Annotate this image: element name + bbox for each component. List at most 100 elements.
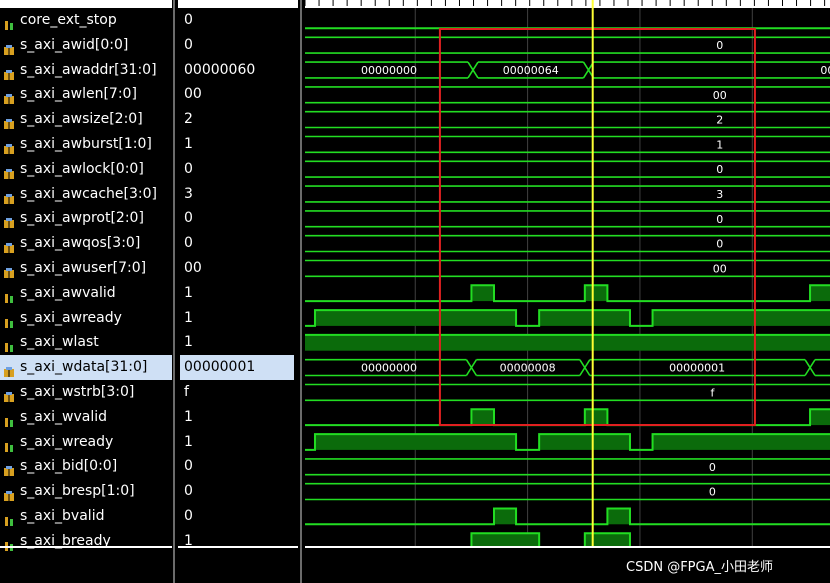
signal-row[interactable]: s_axi_awqos[3:0] <box>0 231 172 256</box>
bus-value-label: 0 <box>709 486 716 499</box>
name-value-splitter[interactable] <box>173 0 175 583</box>
signal-name-cell[interactable]: s_axi_awcache[3:0] <box>0 182 172 207</box>
signal-value: 0 <box>184 210 193 227</box>
signal-name: s_axi_awvalid <box>20 284 116 301</box>
signal-name-cell[interactable]: s_axi_awsize[2:0] <box>0 107 172 132</box>
signal-name-cell[interactable]: s_axi_bresp[1:0] <box>0 479 172 504</box>
signal-row[interactable]: s_axi_bid[0:0] <box>0 454 172 479</box>
value-row[interactable]: 0 <box>178 33 298 58</box>
wave-high-fill <box>607 508 630 525</box>
signal-row[interactable]: s_axi_wdata[31:0] <box>0 355 172 380</box>
bus-value-label: 1 <box>716 138 723 151</box>
value-wave-splitter[interactable] <box>300 0 302 583</box>
signal-name-cell[interactable]: s_axi_awlen[7:0] <box>0 82 172 107</box>
signal-row[interactable]: s_axi_awvalid <box>0 281 172 306</box>
value-row[interactable]: 0 <box>178 479 298 504</box>
signal-name: s_axi_wstrb[3:0] <box>20 383 135 400</box>
signal-value: 1 <box>184 284 193 301</box>
signal-name-cell[interactable]: s_axi_awready <box>0 306 172 331</box>
value-row[interactable]: f <box>178 380 298 405</box>
signal-name-cell[interactable]: s_axi_awlock[0:0] <box>0 157 172 182</box>
wave-high-fill <box>305 334 830 351</box>
bus-value-label: 00 <box>713 89 727 102</box>
signal-name-cell[interactable]: core_ext_stop <box>0 8 172 33</box>
signal-row[interactable]: s_axi_bvalid <box>0 504 172 529</box>
signal-name-cell[interactable]: s_axi_wlast <box>0 330 172 355</box>
signal-value: 0 <box>184 483 193 500</box>
signal-value: 2 <box>184 111 193 128</box>
value-row[interactable]: 1 <box>178 529 298 554</box>
value-row[interactable]: 3 <box>178 182 298 207</box>
signal-name: s_axi_awid[0:0] <box>20 36 129 53</box>
signal-row[interactable]: s_axi_wstrb[3:0] <box>0 380 172 405</box>
signal-name-cell[interactable]: s_axi_bid[0:0] <box>0 454 172 479</box>
signal-name-cell[interactable]: s_axi_bready <box>0 529 172 554</box>
value-row[interactable]: 00 <box>178 256 298 281</box>
value-row[interactable]: 00000060 <box>178 58 298 83</box>
signal-name-cell[interactable]: s_axi_awid[0:0] <box>0 33 172 58</box>
wave-high-fill <box>810 409 830 426</box>
bus-signal-icon <box>4 387 14 402</box>
signal-name-cell[interactable]: s_axi_awburst[1:0] <box>0 132 172 157</box>
signal-row[interactable]: s_axi_awburst[1:0] <box>0 132 172 157</box>
signal-row[interactable]: s_axi_bresp[1:0] <box>0 479 172 504</box>
bus-value-label: 00 <box>820 64 830 77</box>
value-row[interactable]: 0 <box>178 206 298 231</box>
signal-row[interactable]: s_axi_wlast <box>0 330 172 355</box>
signal-name: s_axi_bresp[1:0] <box>20 483 135 500</box>
signal-row[interactable]: core_ext_stop <box>0 8 172 33</box>
value-row[interactable]: 0 <box>178 454 298 479</box>
watermark: CSDN @FPGA_小田老师 <box>626 560 773 575</box>
wave-footer <box>305 546 830 548</box>
signal-name-cell[interactable]: s_axi_awaddr[31:0] <box>0 58 172 83</box>
signal-name-cell[interactable]: s_axi_awprot[2:0] <box>0 206 172 231</box>
signal-row[interactable]: s_axi_awlen[7:0] <box>0 82 172 107</box>
wave-high-fill <box>314 434 517 450</box>
signal-row[interactable]: s_axi_awid[0:0] <box>0 33 172 58</box>
bus-value-label: 3 <box>716 188 723 201</box>
wave-high-fill <box>539 310 630 326</box>
bus-signal-icon <box>4 189 14 204</box>
value-row[interactable]: 1 <box>178 430 298 455</box>
signal-name-cell[interactable]: s_axi_wvalid <box>0 405 172 430</box>
value-row[interactable]: 0 <box>178 8 298 33</box>
wave-high-fill <box>471 409 494 426</box>
value-row[interactable]: 0 <box>178 504 298 529</box>
bus-signal-icon <box>4 89 14 105</box>
value-row[interactable]: 1 <box>178 132 298 157</box>
value-row[interactable]: 1 <box>178 405 298 430</box>
value-row[interactable]: 00 <box>178 82 298 107</box>
signal-row[interactable]: s_axi_awlock[0:0] <box>0 157 172 182</box>
bit-signal-icon <box>4 337 14 353</box>
signal-name-cell[interactable]: s_axi_bvalid <box>0 504 172 529</box>
signal-row[interactable]: s_axi_wvalid <box>0 405 172 430</box>
bus-signal-icon <box>4 263 14 278</box>
signal-row[interactable]: s_axi_awsize[2:0] <box>0 107 172 132</box>
signal-row[interactable]: s_axi_awuser[7:0] <box>0 256 172 281</box>
signal-row[interactable]: s_axi_bready <box>0 529 172 554</box>
signal-row[interactable]: s_axi_awprot[2:0] <box>0 206 172 231</box>
bus-value-label: 00000001 <box>669 362 725 375</box>
bus-value-label: 0 <box>716 163 723 176</box>
signal-name-cell[interactable]: s_axi_wstrb[3:0] <box>0 380 172 405</box>
waveform-canvas[interactable]: 0000000000000006400002103000000000000000… <box>305 0 830 548</box>
signal-name-cell[interactable]: s_axi_awuser[7:0] <box>0 256 172 281</box>
signal-row[interactable]: s_axi_awcache[3:0] <box>0 182 172 207</box>
value-row[interactable]: 00000001 <box>178 355 298 380</box>
value-row[interactable]: 1 <box>178 330 298 355</box>
value-row[interactable]: 1 <box>178 306 298 331</box>
signal-name-cell[interactable]: s_axi_awvalid <box>0 281 172 306</box>
signal-row[interactable]: s_axi_awaddr[31:0] <box>0 58 172 83</box>
value-row[interactable]: 0 <box>178 157 298 182</box>
signal-value: 00000060 <box>184 61 256 78</box>
signal-name-cell[interactable]: s_axi_awqos[3:0] <box>0 231 172 256</box>
value-row[interactable]: 0 <box>178 231 298 256</box>
signal-name-cell[interactable]: s_axi_wdata[31:0] <box>0 355 172 380</box>
signal-value: 1 <box>184 408 193 425</box>
value-row[interactable]: 1 <box>178 281 298 306</box>
signal-row[interactable]: s_axi_awready <box>0 306 172 331</box>
signal-name-cell[interactable]: s_axi_wready <box>0 430 172 455</box>
value-row[interactable]: 2 <box>178 107 298 132</box>
signal-name: s_axi_awlen[7:0] <box>20 86 137 103</box>
signal-row[interactable]: s_axi_wready <box>0 430 172 455</box>
